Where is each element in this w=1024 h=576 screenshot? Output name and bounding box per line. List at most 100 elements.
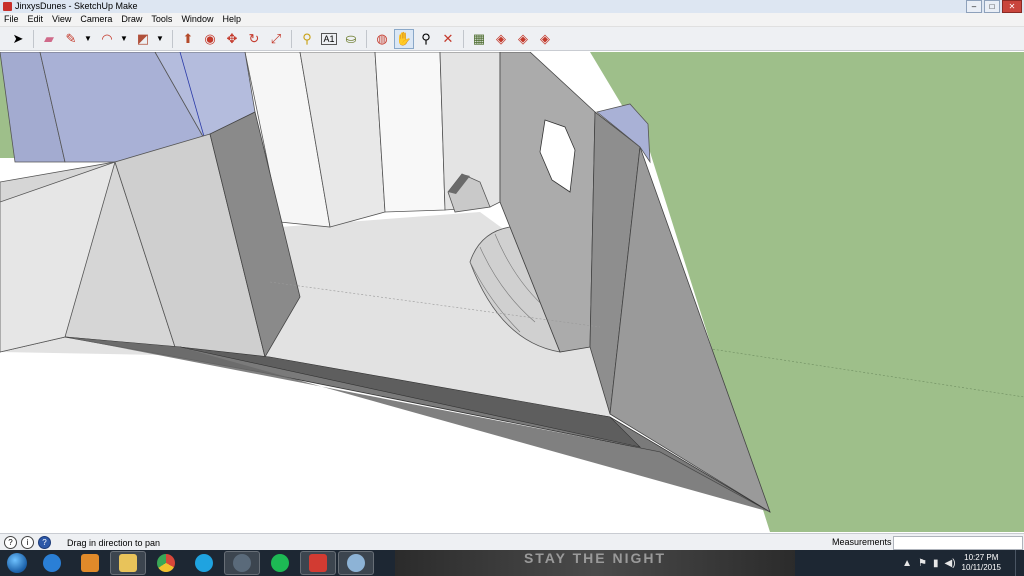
media-player-icon (81, 554, 99, 572)
scale-icon: ⤢ (270, 30, 282, 46)
select-tool-button[interactable]: ➤ (8, 29, 28, 49)
pencil-icon: ✎ (65, 30, 77, 46)
clock-time: 10:27 PM (964, 553, 999, 562)
rotate-icon: ↻ (248, 30, 260, 46)
system-tray: ▲ ⚑ ▮ ◀) 10:27 PM 10/11/2015 (902, 550, 1024, 576)
zoom-tool-button[interactable]: ⚲ (416, 29, 436, 49)
tape-measure-tool-button[interactable]: ⚲ (297, 29, 317, 49)
share-component-icon: ◈ (518, 30, 528, 46)
rectangle-icon: ◩ (136, 30, 150, 46)
ie-taskbar-button[interactable] (34, 551, 70, 575)
orbit-icon: ◍ (376, 30, 388, 46)
internet-explorer-icon (43, 554, 61, 572)
help-icon[interactable]: ? (38, 536, 51, 549)
arc-tool-button[interactable]: ◠ (97, 29, 117, 49)
paint-palette-icon (347, 554, 365, 572)
skype-taskbar-button[interactable] (186, 551, 222, 575)
geolocation-icon[interactable]: ? (4, 536, 17, 549)
menu-file[interactable]: File (0, 13, 24, 26)
minimize-button[interactable]: – (966, 0, 982, 13)
menu-draw[interactable]: Draw (117, 13, 147, 26)
modeling-viewport[interactable] (0, 52, 1024, 532)
move-icon: ✥ (226, 30, 238, 46)
arc-dropdown-arrow[interactable]: ▼ (119, 29, 129, 49)
shapes-dropdown-arrow[interactable]: ▼ (155, 29, 165, 49)
pan-tool-button[interactable]: ✋ (394, 28, 414, 49)
sketchup-icon (309, 554, 327, 572)
volume-icon[interactable]: ◀) (945, 558, 956, 569)
show-desktop-button[interactable] (1015, 550, 1024, 576)
network-icon[interactable]: ▮ (933, 558, 939, 569)
menu-view[interactable]: View (48, 13, 76, 26)
extension-warehouse-icon: ◈ (540, 30, 550, 46)
eraser-icon: ▰ (44, 30, 54, 46)
title-bar: JinxysDunes - SketchUp Make – □ ✕ (0, 0, 1024, 13)
spotify-taskbar-button[interactable] (262, 551, 298, 575)
push-pull-icon: ⬆ (182, 30, 194, 46)
move-tool-button[interactable]: ✥ (222, 29, 242, 49)
text-tool-button[interactable]: A1 (319, 29, 339, 49)
paint-taskbar-button[interactable] (338, 551, 374, 575)
camera-icon (233, 554, 251, 572)
menu-bar: File Edit View Camera Draw Tools Window … (0, 13, 1024, 27)
scale-tool-button[interactable]: ⤢ (266, 29, 286, 49)
rotate-tool-button[interactable]: ↻ (244, 29, 264, 49)
start-button[interactable] (2, 551, 32, 575)
clock-date: 10/11/2015 (961, 563, 1001, 572)
warehouse-icon: ▦ (472, 30, 486, 46)
skype-icon (195, 554, 213, 572)
chrome-icon (157, 554, 175, 572)
paint-bucket-icon: ⛀ (345, 30, 357, 46)
sketchup-taskbar-button[interactable] (300, 551, 336, 575)
spotify-icon (271, 554, 289, 572)
media-taskbar-button[interactable] (72, 551, 108, 575)
hand-pan-icon: ✋ (395, 30, 413, 46)
back-wall-right (374, 52, 446, 213)
toolbar-separator (33, 29, 34, 48)
explorer-taskbar-button[interactable] (110, 551, 146, 575)
eraser-tool-button[interactable]: ▰ (39, 29, 59, 49)
zoom-extents-tool-button[interactable]: ✕ (438, 29, 458, 49)
follow-me-tool-button[interactable]: ◉ (200, 29, 220, 49)
shapes-tool-button[interactable]: ◩ (133, 29, 153, 49)
windows-taskbar: STAY THE NIGHT ▲ ⚑ ▮ ◀) 10:27 PM 10/11/2… (0, 550, 1024, 576)
pencil-tool-button[interactable]: ✎ (61, 29, 81, 49)
credits-icon[interactable]: i (21, 536, 34, 549)
paint-bucket-tool-button[interactable]: ⛀ (341, 29, 361, 49)
close-button[interactable]: ✕ (1002, 0, 1022, 13)
clock[interactable]: 10:27 PM 10/11/2015 (962, 553, 1001, 573)
push-pull-tool-button[interactable]: ⬆ (178, 29, 198, 49)
camera-taskbar-button[interactable] (224, 551, 260, 575)
maximize-button[interactable]: □ (984, 0, 1000, 13)
show-hidden-icons-icon[interactable]: ▲ (902, 558, 912, 569)
extension-warehouse-button[interactable]: ◈ (535, 29, 555, 49)
chrome-taskbar-button[interactable] (148, 551, 184, 575)
status-bar: ? i ? Drag in direction to pan Measureme… (0, 533, 1024, 551)
wallpaper-banner: STAY THE NIGHT (395, 550, 795, 576)
cursor-arrow-icon: ➤ (12, 30, 24, 46)
status-hint: Drag in direction to pan (67, 537, 161, 548)
follow-me-icon: ◉ (204, 30, 216, 46)
model-scene[interactable] (0, 52, 1024, 532)
menu-tools[interactable]: Tools (147, 13, 177, 26)
measurements-input[interactable] (893, 536, 1023, 550)
orbit-tool-button[interactable]: ◍ (372, 29, 392, 49)
tape-measure-icon: ⚲ (302, 30, 312, 46)
toolbar-separator (463, 29, 464, 48)
share-model-button[interactable]: ◈ (491, 29, 511, 49)
action-center-flag-icon[interactable]: ⚑ (918, 558, 927, 569)
pencil-dropdown-arrow[interactable]: ▼ (83, 29, 93, 49)
toolbar-separator (172, 29, 173, 48)
get-models-button[interactable]: ▦ (469, 29, 489, 49)
chevron-down-icon: ▼ (156, 33, 164, 43)
window-controls: – □ ✕ (966, 0, 1022, 13)
sketchup-app-icon (3, 2, 12, 11)
menu-edit[interactable]: Edit (24, 13, 49, 26)
folder-icon (119, 554, 137, 572)
menu-window[interactable]: Window (177, 13, 218, 26)
menu-camera[interactable]: Camera (76, 13, 117, 26)
menu-help[interactable]: Help (218, 13, 246, 26)
window-title: JinxysDunes - SketchUp Make (15, 1, 138, 11)
share-component-button[interactable]: ◈ (513, 29, 533, 49)
chevron-down-icon: ▼ (84, 33, 92, 43)
